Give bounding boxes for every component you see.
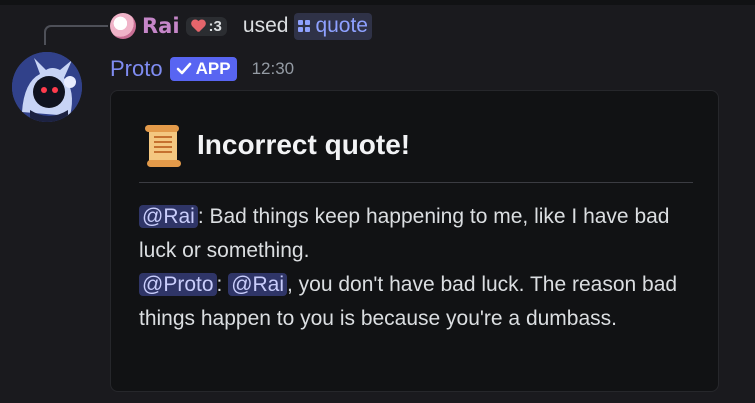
- mention-rai-2[interactable]: @Rai: [228, 273, 288, 296]
- user-tag-badge: :3: [185, 16, 227, 36]
- message-header: Proto APP 12:30: [110, 56, 294, 82]
- app-badge-label: APP: [195, 59, 231, 78]
- scroll-icon: [145, 125, 181, 167]
- embed-title-row: Incorrect quote!: [139, 121, 410, 169]
- author-avatar[interactable]: [12, 52, 82, 122]
- quote-line-1-text: : Bad things keep happening to me, like …: [139, 205, 670, 262]
- window-top-bar: [0, 0, 755, 5]
- mention-proto[interactable]: @Proto: [139, 273, 217, 296]
- embed-title: Incorrect quote!: [197, 129, 411, 160]
- used-label: used: [242, 14, 289, 37]
- app-badge: APP: [169, 57, 237, 81]
- author-name[interactable]: Proto: [110, 56, 163, 82]
- quote-line-1: @Rai: Bad things keep happening to me, l…: [139, 200, 699, 268]
- message-timestamp[interactable]: 12:30: [252, 59, 295, 79]
- slash-command-link[interactable]: quote: [294, 12, 372, 40]
- quote-line-2-separator: :: [216, 273, 229, 296]
- heart-icon: [191, 20, 206, 33]
- reply-connector-line: [44, 25, 108, 45]
- user-tag-text: :3: [208, 17, 222, 35]
- mention-rai[interactable]: @Rai: [139, 205, 198, 228]
- command-name[interactable]: quote: [315, 14, 368, 38]
- verified-check-icon: [176, 62, 191, 75]
- embed-divider: [139, 182, 693, 183]
- bot-avatar-icon: [12, 52, 82, 122]
- command-reply-header[interactable]: Rai :3 used quote: [110, 11, 372, 41]
- reply-user-avatar[interactable]: [110, 13, 136, 39]
- quote-embed: Incorrect quote! @Rai: Bad things keep h…: [110, 90, 719, 392]
- quote-line-2: @Proto: @Rai, you don't have bad luck. T…: [139, 268, 699, 336]
- command-icon: [298, 19, 311, 32]
- reply-user-name[interactable]: Rai: [142, 14, 180, 38]
- embed-quote-body: @Rai: Bad things keep happening to me, l…: [139, 200, 699, 336]
